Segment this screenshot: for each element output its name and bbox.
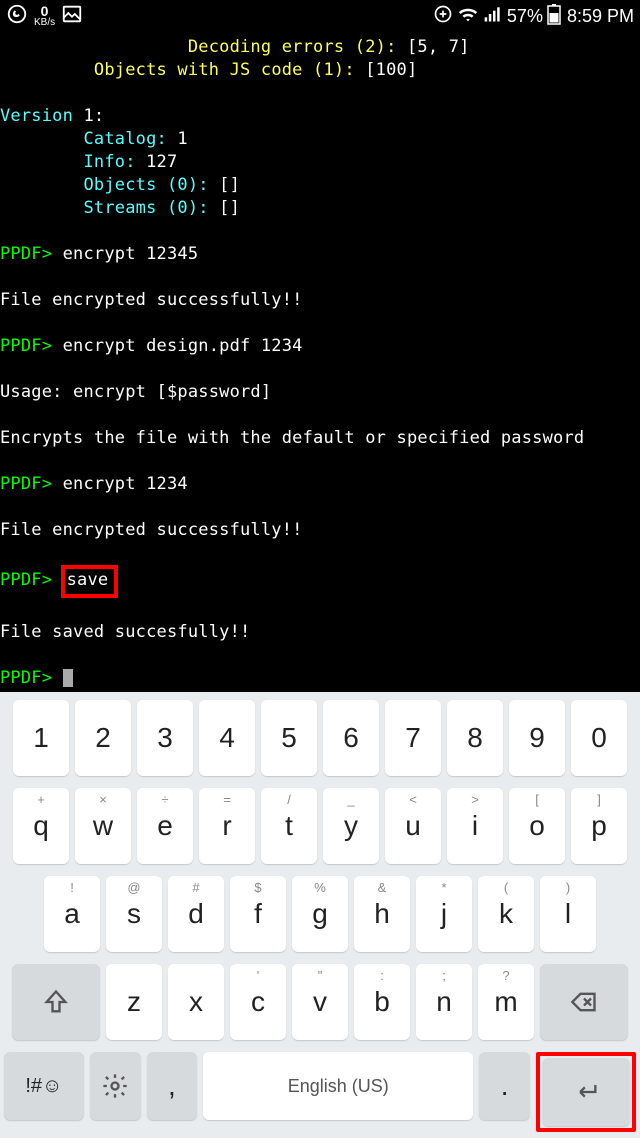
key-w[interactable]: ×w xyxy=(75,788,131,864)
key-row-5: !#☺ , English (US) . xyxy=(4,1052,636,1132)
soft-keyboard: 1 2 3 4 5 6 7 8 9 0 +q ×w ÷e =r /t _y <u… xyxy=(0,692,640,1138)
key-s[interactable]: @s xyxy=(106,876,162,952)
key-1[interactable]: 1 xyxy=(13,700,69,776)
key-i[interactable]: >i xyxy=(447,788,503,864)
key-0[interactable]: 0 xyxy=(571,700,627,776)
key-shift[interactable] xyxy=(12,964,100,1040)
backspace-icon xyxy=(570,988,598,1016)
key-period[interactable]: . xyxy=(479,1052,530,1120)
key-q[interactable]: +q xyxy=(13,788,69,864)
key-row-2: +q ×w ÷e =r /t _y <u >i [o ]p xyxy=(4,788,636,864)
key-9[interactable]: 9 xyxy=(509,700,565,776)
key-z[interactable]: z xyxy=(106,964,162,1040)
key-a[interactable]: !a xyxy=(44,876,100,952)
key-j[interactable]: *j xyxy=(416,876,472,952)
key-e[interactable]: ÷e xyxy=(137,788,193,864)
key-r[interactable]: =r xyxy=(199,788,255,864)
key-4[interactable]: 4 xyxy=(199,700,255,776)
gear-icon xyxy=(101,1072,129,1100)
shift-icon xyxy=(42,988,70,1016)
key-x[interactable]: x xyxy=(168,964,224,1040)
key-3[interactable]: 3 xyxy=(137,700,193,776)
signal-icon xyxy=(483,4,503,29)
whatsapp-icon xyxy=(6,3,28,30)
key-m[interactable]: ?m xyxy=(478,964,534,1040)
key-8[interactable]: 8 xyxy=(447,700,503,776)
network-speed: 0 KB/s xyxy=(34,4,55,28)
wifi-icon xyxy=(457,3,479,30)
clock: 8:59 PM xyxy=(567,6,634,27)
key-backspace[interactable] xyxy=(540,964,628,1040)
key-h[interactable]: &h xyxy=(354,876,410,952)
status-bar: 0 KB/s 57% 8:59 PM xyxy=(0,0,640,32)
key-f[interactable]: $f xyxy=(230,876,286,952)
key-b[interactable]: :b xyxy=(354,964,410,1040)
key-7[interactable]: 7 xyxy=(385,700,441,776)
image-icon xyxy=(61,3,83,30)
key-p[interactable]: ]p xyxy=(571,788,627,864)
key-u[interactable]: <u xyxy=(385,788,441,864)
key-n[interactable]: ;n xyxy=(416,964,472,1040)
key-5[interactable]: 5 xyxy=(261,700,317,776)
key-row-1: 1 2 3 4 5 6 7 8 9 0 xyxy=(4,700,636,776)
key-row-3: !a @s #d $f %g &h *j (k )l xyxy=(4,876,636,952)
key-d[interactable]: #d xyxy=(168,876,224,952)
key-c[interactable]: 'c xyxy=(230,964,286,1040)
terminal-cursor xyxy=(63,669,73,687)
key-2[interactable]: 2 xyxy=(75,700,131,776)
key-k[interactable]: (k xyxy=(478,876,534,952)
key-o[interactable]: [o xyxy=(509,788,565,864)
key-space[interactable]: English (US) xyxy=(203,1052,473,1120)
battery-icon xyxy=(547,3,561,30)
terminal-output[interactable]: Decoding errors (2): [5, 7] Objects with… xyxy=(0,32,640,694)
highlighted-save-command: save xyxy=(61,565,119,598)
key-settings[interactable] xyxy=(90,1052,141,1120)
enter-icon xyxy=(572,1078,600,1106)
key-comma[interactable]: , xyxy=(147,1052,198,1120)
key-v[interactable]: "v xyxy=(292,964,348,1040)
key-6[interactable]: 6 xyxy=(323,700,379,776)
key-t[interactable]: /t xyxy=(261,788,317,864)
key-y[interactable]: _y xyxy=(323,788,379,864)
key-symbols[interactable]: !#☺ xyxy=(4,1052,84,1120)
key-g[interactable]: %g xyxy=(292,876,348,952)
highlighted-enter-key xyxy=(536,1052,636,1132)
battery-percent: 57% xyxy=(507,6,543,27)
key-row-4: z x 'c "v :b ;n ?m xyxy=(4,964,636,1040)
data-saver-icon xyxy=(433,4,453,29)
key-enter[interactable] xyxy=(542,1058,630,1126)
key-l[interactable]: )l xyxy=(540,876,596,952)
